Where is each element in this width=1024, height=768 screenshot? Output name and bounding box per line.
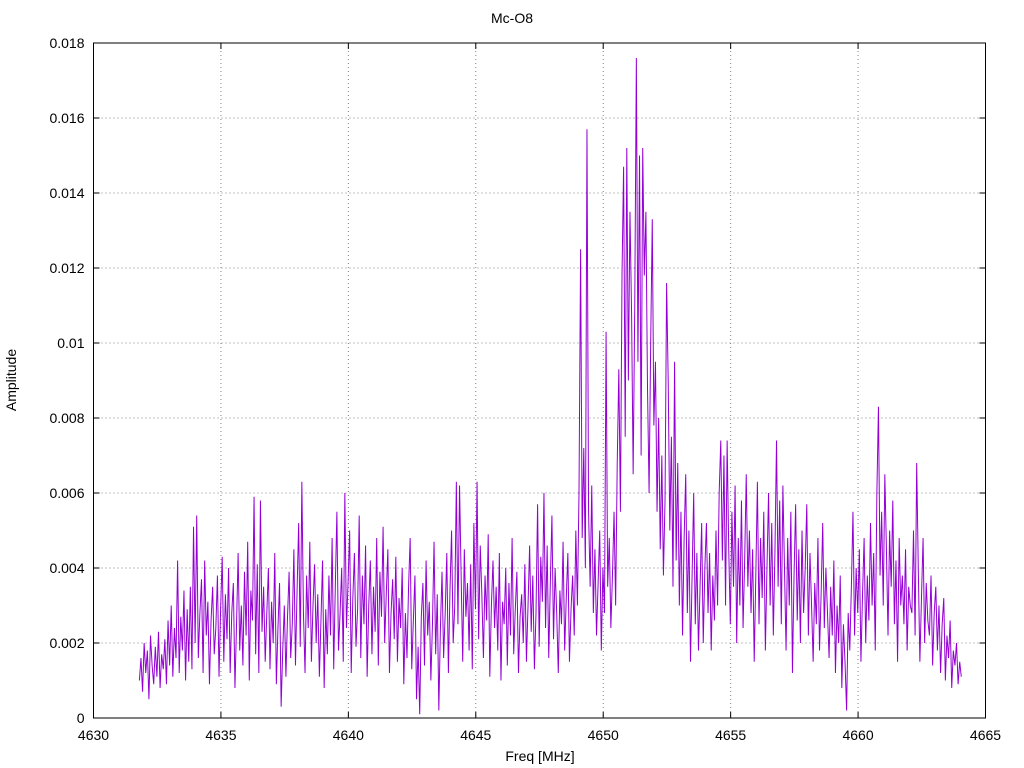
y-tick-label: 0.006 — [49, 485, 84, 501]
chart-figure: Mc-O8 Amplitude Freq [MHz] 4630 4635 4640 4… — [0, 0, 1024, 768]
x-tick-label: 4645 — [460, 727, 491, 743]
y-tick-label: 0.012 — [49, 260, 84, 276]
x-tick-label: 4650 — [588, 727, 619, 743]
y-tick-label: 0.01 — [57, 335, 84, 351]
y-tick-label: 0.016 — [49, 110, 84, 126]
x-tick-label: 4630 — [78, 727, 109, 743]
series-line — [138, 57, 962, 715]
y-tick-label: 0.014 — [49, 185, 84, 201]
y-tick-label: 0.004 — [49, 560, 84, 576]
x-tick-label: 4660 — [842, 727, 873, 743]
x-tick-label: 4665 — [970, 727, 1001, 743]
y-tick-label: 0.008 — [49, 410, 84, 426]
y-tick-label: 0 — [77, 710, 85, 726]
x-tick-label: 4640 — [333, 727, 364, 743]
x-tick-label: 4655 — [715, 727, 746, 743]
x-tick-label: 4635 — [205, 727, 236, 743]
y-tick-label: 0.002 — [49, 635, 84, 651]
y-tick-label: 0.018 — [49, 35, 84, 51]
plot-area: 4630 4635 4640 4645 4650 4655 4660 4665 0 0.002 0.… — [49, 35, 1001, 743]
